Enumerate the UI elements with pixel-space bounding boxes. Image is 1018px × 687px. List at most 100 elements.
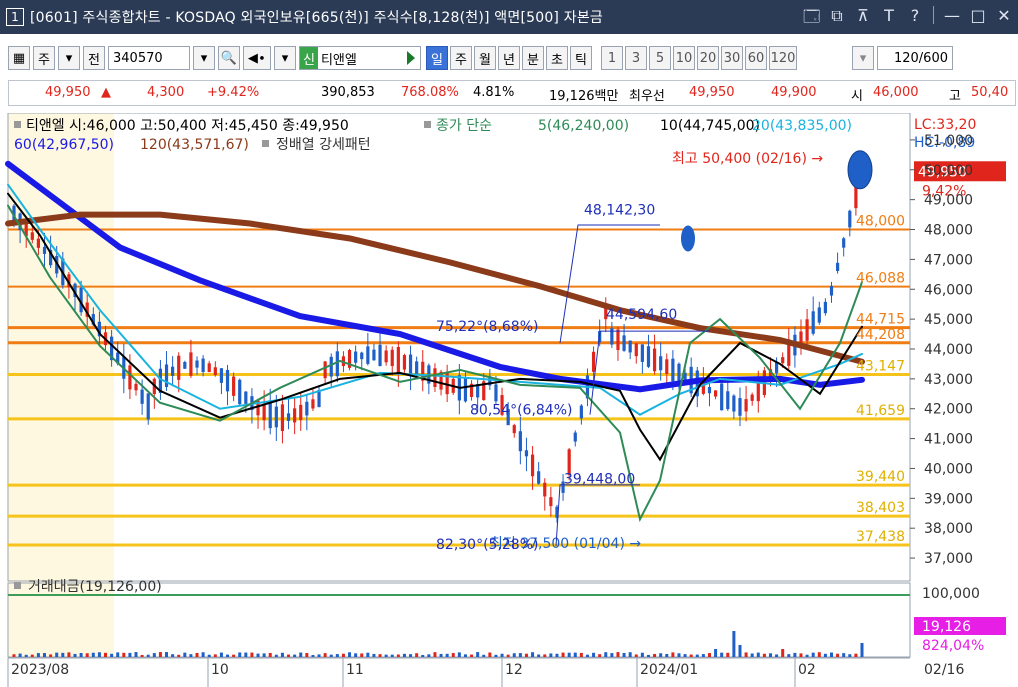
interval-button-120[interactable]: 120 — [769, 46, 797, 70]
y-tick-label: 50,000 — [924, 163, 973, 179]
price-change-pct: +9.42% — [207, 85, 260, 100]
volume-bar — [445, 653, 449, 657]
font-icon[interactable]: T — [881, 6, 897, 33]
volume-badge-pct: 824,04% — [922, 638, 984, 654]
volume-bar — [49, 654, 53, 657]
candle-body — [750, 394, 754, 401]
tab-period-4[interactable]: 분 — [522, 46, 544, 70]
y-tick-label: 49,000 — [924, 193, 973, 209]
volume-bar — [823, 653, 827, 657]
candle-body — [146, 393, 150, 420]
tab-period-1[interactable]: 주 — [450, 46, 472, 70]
volume-bar — [659, 653, 663, 657]
hline-label: 43,147 — [856, 358, 905, 374]
candle-body — [537, 471, 541, 484]
volume-bar — [97, 652, 101, 657]
candle-body — [622, 335, 626, 351]
candle-body — [372, 349, 376, 361]
ma60-legend: 60(42,967,50) — [14, 137, 114, 153]
volume-bar — [482, 654, 486, 657]
candle-body — [652, 348, 657, 372]
price-chart[interactable]: 티앤엘 시:46,000 고:50,400 저:45,450 종:49,950 종… — [0, 112, 1018, 687]
volume-bar — [30, 654, 34, 657]
tab-period-2[interactable]: 월 — [474, 46, 496, 70]
price-pane-frame — [7, 112, 911, 582]
ask-price: 49,950 — [689, 85, 735, 100]
legend-marker — [424, 121, 431, 128]
volume-axis-label: 100,000 — [922, 586, 980, 602]
candle-body — [640, 344, 644, 362]
dropdown-arrow-icon[interactable]: ▾ — [58, 46, 80, 70]
title-separator — [933, 6, 934, 24]
interval-button-20[interactable]: 20 — [697, 46, 719, 70]
pin-icon[interactable]: ⊼ — [855, 6, 871, 33]
stock-name-field[interactable]: 신 티앤엘 — [299, 46, 421, 70]
interval-button-60[interactable]: 60 — [745, 46, 767, 70]
volume-bar — [842, 653, 846, 657]
candle-body — [543, 482, 547, 497]
y-tick-label: 44,000 — [924, 342, 973, 358]
volume-bar — [653, 653, 657, 657]
search-icon[interactable]: 🔍 — [218, 46, 240, 70]
tab-period-5[interactable]: 초 — [546, 46, 568, 70]
interval-button-5[interactable]: 5 — [649, 46, 671, 70]
chart-area[interactable]: 티앤엘 시:46,000 고:50,400 저:45,450 종:49,950 종… — [0, 112, 1018, 687]
tab-period-0[interactable]: 일 — [426, 46, 448, 70]
volume-bar — [116, 652, 120, 657]
candle-body — [134, 383, 138, 391]
sound-dropdown-icon[interactable]: ▾ — [274, 46, 296, 70]
minimize-icon[interactable]: — — [944, 6, 960, 33]
hline-label: 48,000 — [856, 214, 905, 230]
volume-bar — [689, 654, 693, 657]
volume-bar — [628, 652, 632, 657]
high-label: 고 — [949, 89, 961, 104]
candle-body — [634, 343, 638, 357]
peak-marker-icon — [681, 225, 695, 252]
volume-bar — [311, 654, 315, 657]
fib-label: 82,30°(5,28%) — [436, 537, 538, 553]
trade-amount: 19,126백만 — [549, 89, 619, 104]
sound-icon[interactable]: ◀∙ — [243, 46, 271, 70]
volume-bar — [512, 653, 516, 657]
highlight-region — [8, 113, 114, 658]
market-type-button[interactable]: 주 — [33, 46, 55, 70]
ma120-line — [5, 211, 865, 365]
volume-bar — [592, 652, 596, 657]
open-label: 시 — [851, 89, 863, 104]
tab-period-3[interactable]: 년 — [498, 46, 520, 70]
code-dropdown-icon[interactable]: ▾ — [193, 46, 215, 70]
close-icon[interactable]: ✕ — [996, 6, 1012, 33]
volume-bar — [360, 653, 364, 657]
prev-button[interactable]: 전 — [83, 46, 105, 70]
interval-button-10[interactable]: 10 — [673, 46, 695, 70]
candle-body — [579, 405, 583, 419]
candle-body — [189, 352, 193, 376]
candle-body — [286, 413, 291, 421]
ma10-legend: 10(44,745,00) — [660, 118, 760, 134]
help-icon[interactable]: ? — [907, 6, 923, 33]
stock-code-input[interactable]: 340570 — [108, 46, 190, 70]
interval-button-3[interactable]: 3 — [625, 46, 647, 70]
volume-bar — [775, 654, 779, 657]
volume-bar — [714, 649, 718, 657]
volume-bar — [104, 652, 108, 657]
candle-body — [354, 351, 358, 363]
tab-period-6[interactable]: 틱 — [570, 46, 592, 70]
high-annotation: 최고 50,400 (02/16) → — [672, 151, 823, 167]
volume-bar — [646, 654, 650, 657]
count-dropdown-icon[interactable]: ▾ — [852, 46, 874, 70]
restore-window-icon[interactable]: 🗔 — [803, 6, 820, 33]
interval-button-30[interactable]: 30 — [721, 46, 743, 70]
candle-body — [171, 366, 175, 376]
volume-bar — [817, 652, 821, 657]
count-field[interactable]: 120/600 — [877, 46, 953, 70]
volume-bar — [250, 652, 254, 657]
layout-icon[interactable]: ▦ — [8, 46, 30, 70]
candle-body — [219, 368, 224, 383]
maximize-icon[interactable]: □ — [970, 6, 986, 33]
fib-label: 80,54°(6,84%) — [470, 403, 572, 419]
hline-label: 39,440 — [856, 469, 905, 485]
new-window-icon[interactable]: ⧉ — [829, 6, 845, 33]
interval-button-1[interactable]: 1 — [601, 46, 623, 70]
volume-badge-value: 19,126 — [922, 619, 971, 635]
